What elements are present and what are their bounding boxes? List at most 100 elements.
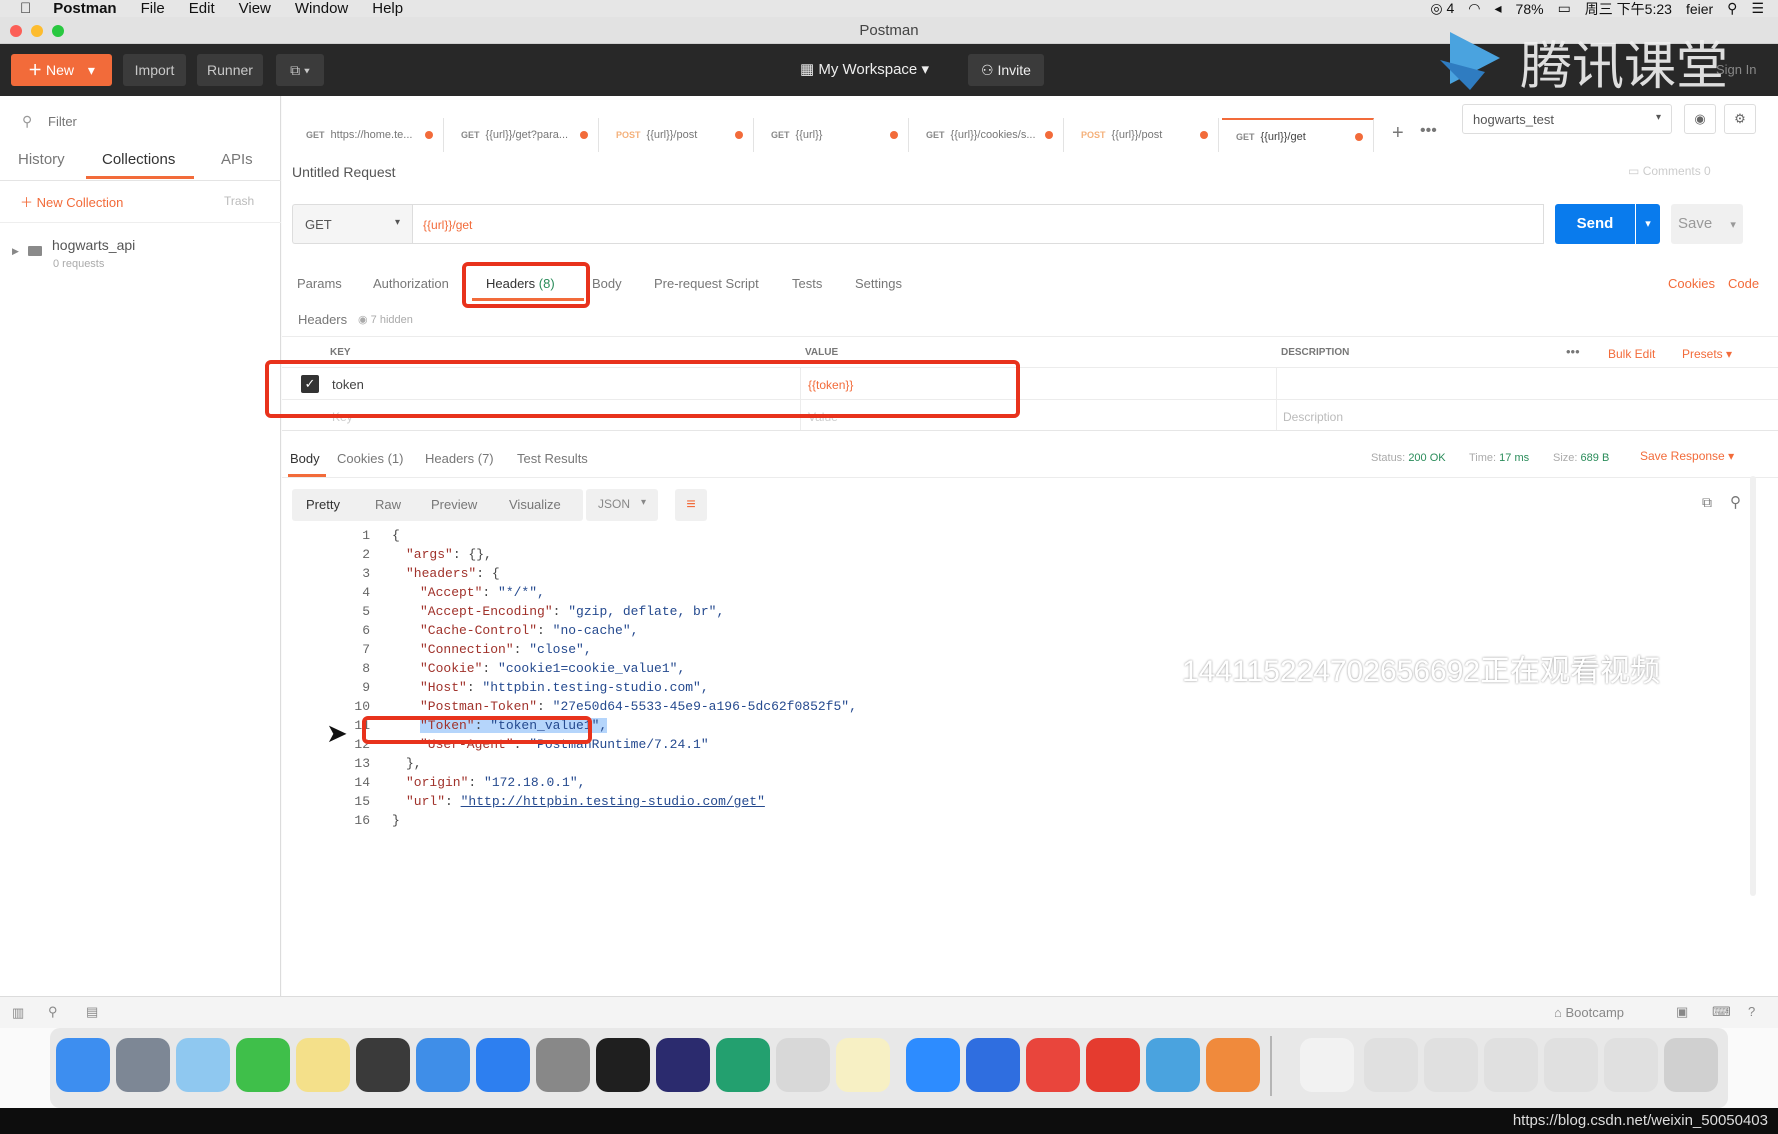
- workspace-switcher[interactable]: ▦ My Workspace ▾: [800, 60, 929, 78]
- request-tab[interactable]: POST {{url}}/post: [1067, 118, 1219, 152]
- minimize-window-icon[interactable]: [31, 25, 43, 37]
- console-icon[interactable]: ▤: [86, 1004, 98, 1020]
- tab-params[interactable]: Params: [297, 276, 342, 291]
- environment-select[interactable]: hogwarts_test ▾: [1462, 104, 1672, 134]
- window-thumbnail[interactable]: [1484, 1038, 1538, 1092]
- view-pretty[interactable]: Pretty: [306, 497, 340, 512]
- more-tabs-icon[interactable]: •••: [1420, 122, 1437, 140]
- battery-level[interactable]: 78%: [1516, 1, 1544, 17]
- keyboard-icon[interactable]: ⌨: [1712, 1004, 1731, 1020]
- view-visualize[interactable]: Visualize: [509, 497, 561, 512]
- document-icon[interactable]: [1300, 1038, 1354, 1092]
- tab-body[interactable]: Body: [592, 276, 622, 291]
- sign-in-link[interactable]: Sign In: [1716, 62, 1756, 77]
- bootcamp-link[interactable]: ⌂ Bootcamp: [1554, 1005, 1624, 1020]
- request-tab[interactable]: GET {{url}}/get?para...: [447, 118, 599, 152]
- chat-icon[interactable]: [176, 1038, 230, 1092]
- sidebar-tab-apis[interactable]: APIs: [221, 151, 253, 168]
- response-tab-test-results[interactable]: Test Results: [517, 451, 588, 466]
- menu-app-name[interactable]: Postman: [53, 0, 116, 17]
- apple-icon[interactable]: : [20, 0, 31, 17]
- tab-authorization[interactable]: Authorization: [373, 276, 449, 291]
- new-description-input[interactable]: Description: [1283, 410, 1343, 424]
- xmind-icon[interactable]: [1086, 1038, 1140, 1092]
- spotlight-icon[interactable]: ⚲: [1727, 0, 1737, 17]
- find-icon[interactable]: ⚲: [48, 1004, 58, 1020]
- pycharm-icon[interactable]: [716, 1038, 770, 1092]
- request-tab[interactable]: POST {{url}}/post: [602, 118, 754, 152]
- finder-icon[interactable]: [56, 1038, 110, 1092]
- cookies-link[interactable]: Cookies: [1668, 276, 1715, 291]
- user-name[interactable]: feier: [1686, 1, 1713, 17]
- zoom-window-icon[interactable]: [52, 25, 64, 37]
- invite-button[interactable]: ⚇ Invite: [968, 54, 1044, 86]
- postman-icon[interactable]: [1206, 1038, 1260, 1092]
- request-tab[interactable]: GET https://home.te...: [292, 118, 444, 152]
- editor-icon[interactable]: [416, 1038, 470, 1092]
- format-select[interactable]: JSON ▾: [586, 489, 658, 521]
- request-tab-active[interactable]: GET {{url}}/get: [1222, 118, 1374, 152]
- send-button[interactable]: Send: [1555, 204, 1635, 244]
- request-tab[interactable]: GET {{url}}: [757, 118, 909, 152]
- two-pane-icon[interactable]: ▣: [1676, 1004, 1688, 1020]
- toggle-sidebar-icon[interactable]: ▥: [12, 1005, 24, 1021]
- expand-caret-icon[interactable]: ▶: [12, 246, 19, 257]
- new-collection-button[interactable]: ＋ New Collection: [20, 192, 123, 211]
- intellij-icon[interactable]: [656, 1038, 710, 1092]
- add-tab-icon[interactable]: +: [1392, 122, 1404, 145]
- system-preferences-icon[interactable]: [536, 1038, 590, 1092]
- menu-help[interactable]: Help: [372, 0, 403, 17]
- presets-dropdown[interactable]: Presets ▾: [1682, 347, 1732, 361]
- search-icon[interactable]: ⚲: [1730, 493, 1741, 511]
- window-thumbnail[interactable]: [1364, 1038, 1418, 1092]
- code-link[interactable]: Code: [1728, 276, 1759, 291]
- save-button[interactable]: Save ▾: [1671, 204, 1743, 244]
- safari-icon[interactable]: [476, 1038, 530, 1092]
- wifi-icon[interactable]: ◠: [1468, 0, 1480, 17]
- new-window-button[interactable]: ⧉ ▾: [276, 54, 324, 86]
- trash-link[interactable]: Trash: [224, 194, 254, 208]
- save-response-button[interactable]: Save Response ▾: [1640, 449, 1734, 463]
- script-editor-icon[interactable]: [776, 1038, 830, 1092]
- copy-icon[interactable]: ⧉: [1702, 494, 1712, 511]
- sidebar-tab-collections[interactable]: Collections: [102, 151, 175, 168]
- response-scrollbar[interactable]: [1750, 476, 1756, 896]
- gear-icon[interactable]: ⚙: [1724, 104, 1756, 134]
- view-raw[interactable]: Raw: [375, 497, 401, 512]
- terminal-icon[interactable]: [596, 1038, 650, 1092]
- tab-tests[interactable]: Tests: [792, 276, 822, 291]
- view-preview[interactable]: Preview: [431, 497, 477, 512]
- volume-icon[interactable]: ◂: [1495, 0, 1502, 17]
- wrap-lines-icon[interactable]: ≡: [675, 489, 707, 521]
- notification-center-icon[interactable]: ☰: [1751, 0, 1764, 17]
- help-icon[interactable]: ?: [1748, 1004, 1755, 1019]
- close-window-icon[interactable]: [10, 25, 22, 37]
- hidden-headers-toggle[interactable]: ◉ 7 hidden: [358, 313, 413, 326]
- comments-link[interactable]: ▭ Comments 0: [1628, 164, 1711, 178]
- filter-input[interactable]: [48, 110, 268, 132]
- chevron-down-icon[interactable]: ▾: [88, 62, 95, 78]
- trash-icon[interactable]: [1664, 1038, 1718, 1092]
- launchpad-icon[interactable]: [116, 1038, 170, 1092]
- more-options-icon[interactable]: •••: [1566, 344, 1580, 359]
- import-button[interactable]: Import: [123, 54, 186, 86]
- eye-icon[interactable]: ◉: [1684, 104, 1716, 134]
- window-thumbnail[interactable]: [1544, 1038, 1598, 1092]
- window-thumbnail[interactable]: [1604, 1038, 1658, 1092]
- json-value[interactable]: "http://httpbin.testing-studio.com/get": [461, 794, 765, 809]
- zoom-icon[interactable]: [906, 1038, 960, 1092]
- tencent-classroom-icon[interactable]: [1146, 1038, 1200, 1092]
- runner-button[interactable]: Runner: [197, 54, 263, 86]
- response-tab-cookies[interactable]: Cookies (1): [337, 451, 403, 466]
- url-input[interactable]: {{url}}/get: [412, 204, 1544, 244]
- stickies-icon[interactable]: [296, 1038, 350, 1092]
- method-select[interactable]: GET ▾: [292, 204, 412, 244]
- request-tab[interactable]: GET {{url}}/cookies/s...: [912, 118, 1064, 152]
- collection-item[interactable]: ▶ hogwarts_api 0 requests: [0, 226, 281, 276]
- notes-icon[interactable]: [836, 1038, 890, 1092]
- menu-edit[interactable]: Edit: [189, 0, 215, 17]
- bulk-edit-link[interactable]: Bulk Edit: [1608, 347, 1655, 361]
- clock[interactable]: 周三 下午5:23: [1585, 0, 1672, 19]
- response-tab-headers[interactable]: Headers (7): [425, 451, 494, 466]
- request-title[interactable]: Untitled Request: [292, 164, 396, 180]
